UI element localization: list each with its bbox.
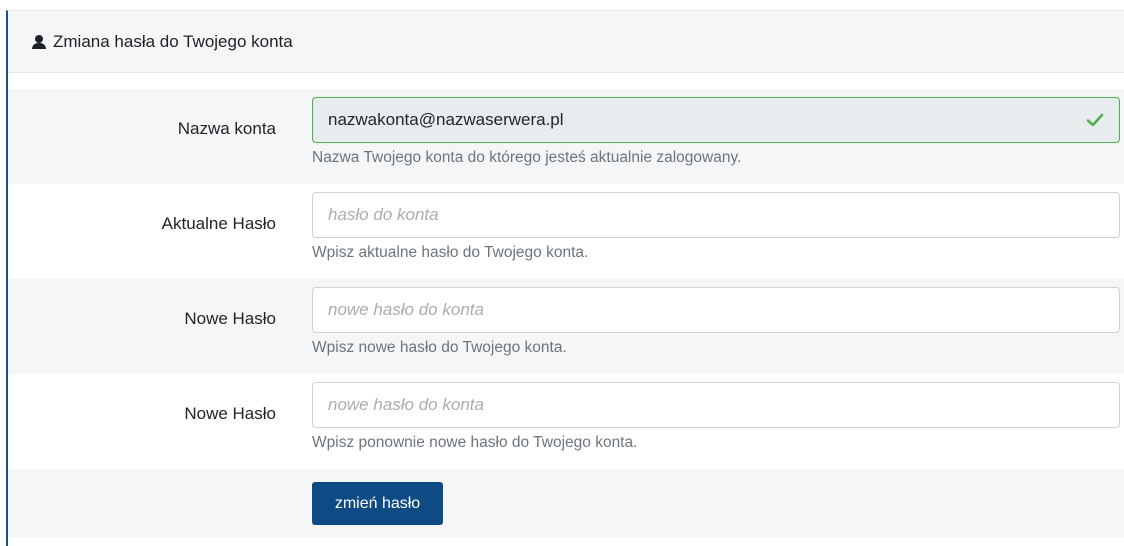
user-icon: [32, 34, 46, 49]
new-password-placeholder: nowe hasło do konta: [328, 300, 484, 319]
spacer: [8, 73, 1124, 89]
confirm-password-help: Wpisz ponownie nowe hasło do Twojego kon…: [312, 434, 638, 451]
account-name-field[interactable]: nazwakonta@nazwaserwera.pl: [312, 97, 1120, 143]
confirm-password-label: Nowe Hasło: [184, 404, 276, 423]
current-password-label: Aktualne Hasło: [161, 214, 276, 233]
form-row-new-password: Nowe Hasło nowe hasło do konta Wpisz now…: [8, 279, 1124, 374]
change-password-panel: Zmiana hasła do Twojego konta Nazwa kont…: [6, 10, 1124, 546]
panel-title: Zmiana hasła do Twojego konta: [53, 31, 293, 51]
current-password-help: Wpisz aktualne hasło do Twojego konta.: [312, 244, 589, 261]
new-password-label: Nowe Hasło: [184, 309, 276, 328]
current-password-placeholder: hasło do konta: [328, 205, 439, 224]
new-password-field[interactable]: nowe hasło do konta: [312, 287, 1120, 333]
form-row-account-name: Nazwa konta nazwakonta@nazwaserwera.pl N…: [8, 89, 1124, 184]
account-name-help: Nazwa Twojego konta do którego jesteś ak…: [312, 149, 742, 166]
change-password-button[interactable]: zmień hasło: [312, 482, 443, 525]
form-actions: zmień hasło: [8, 469, 1124, 537]
new-password-help: Wpisz nowe hasło do Twojego konta.: [312, 339, 567, 356]
panel-header: Zmiana hasła do Twojego konta: [8, 11, 1124, 73]
account-name-value: nazwakonta@nazwaserwera.pl: [328, 110, 564, 129]
confirm-password-placeholder: nowe hasło do konta: [328, 395, 484, 414]
confirm-password-field[interactable]: nowe hasło do konta: [312, 382, 1120, 428]
current-password-field[interactable]: hasło do konta: [312, 192, 1120, 238]
form-row-confirm-password: Nowe Hasło nowe hasło do konta Wpisz pon…: [8, 374, 1124, 469]
account-name-label: Nazwa konta: [177, 119, 276, 138]
form-row-current-password: Aktualne Hasło hasło do konta Wpisz aktu…: [8, 184, 1124, 279]
check-icon: [1086, 113, 1104, 127]
